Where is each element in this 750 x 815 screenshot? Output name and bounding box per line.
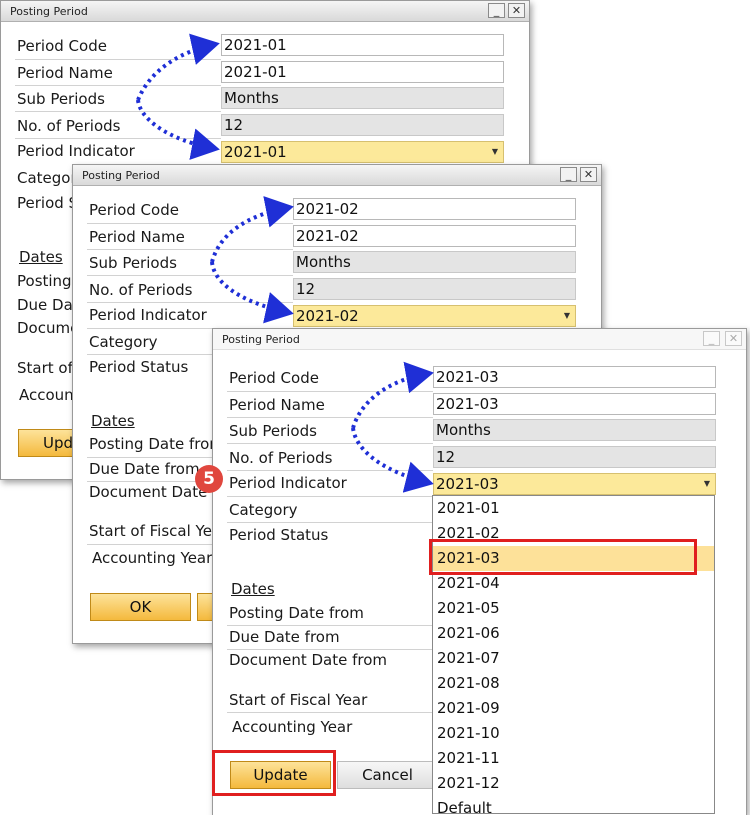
arrow-to-period-code <box>351 361 434 429</box>
arrow-to-period-code <box>210 196 294 263</box>
arrow-to-period-indicator <box>136 99 220 160</box>
arrow-to-period-indicator <box>210 261 294 324</box>
annotation-arrows <box>136 33 434 493</box>
arrow-to-period-indicator <box>351 427 434 493</box>
arrow-to-period-code <box>136 33 220 101</box>
